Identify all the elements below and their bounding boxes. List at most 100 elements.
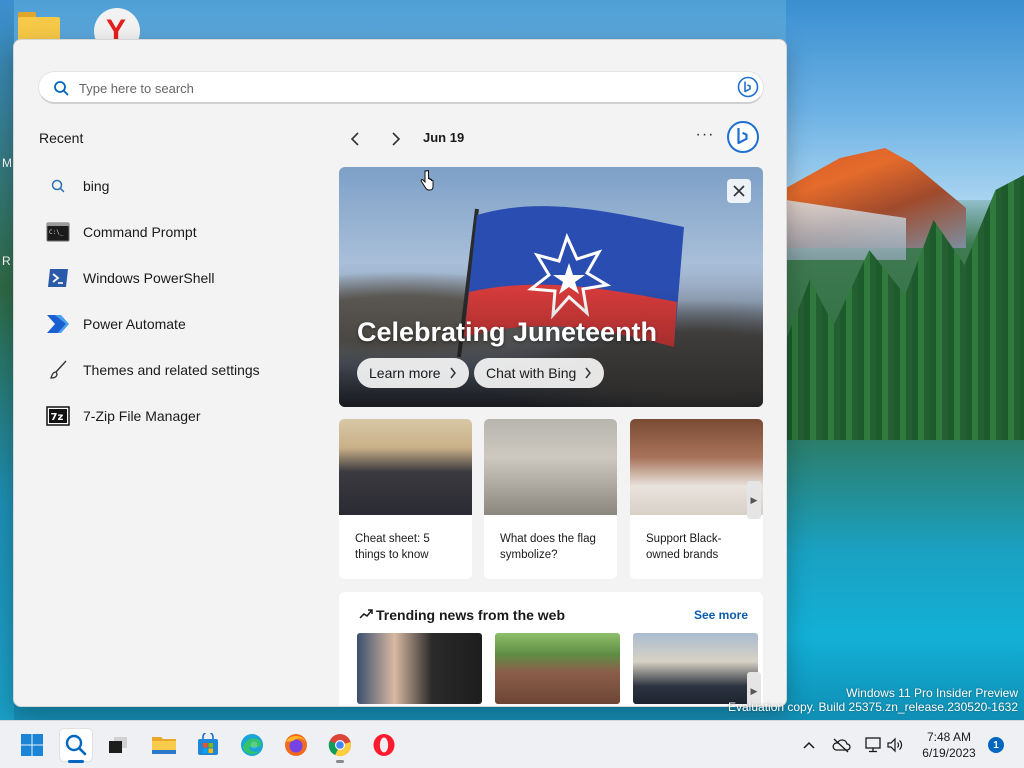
microsoft-store-button[interactable]	[192, 729, 224, 761]
recent-item-themes-settings[interactable]: Themes and related settings	[46, 347, 326, 393]
powershell-icon	[46, 266, 70, 290]
notification-badge[interactable]: 1	[988, 737, 1004, 753]
chrome-button[interactable]	[324, 729, 356, 763]
card-image-signing	[339, 419, 472, 515]
trending-section: Trending news from the web See more ▶	[339, 592, 763, 706]
clock-button[interactable]: 7:48 AM 6/19/2023	[913, 729, 985, 761]
recent-item-label: bing	[83, 178, 110, 194]
firefox-icon	[285, 734, 307, 756]
search-icon	[65, 734, 87, 756]
wallpaper-lake	[786, 440, 1024, 720]
learn-more-button[interactable]: Learn more	[357, 358, 469, 388]
recent-item-command-prompt[interactable]: C:\_ Command Prompt	[46, 209, 326, 255]
power-automate-icon	[46, 312, 70, 336]
folder-desktop-icon[interactable]	[18, 12, 62, 43]
highlight-cards: Cheat sheet: 5 things to know What does …	[339, 419, 763, 579]
next-day-button[interactable]	[386, 129, 406, 149]
command-prompt-icon: C:\_	[46, 220, 70, 244]
card-text: Cheat sheet: 5 things to know	[355, 533, 430, 561]
desktop-edge-label: R	[2, 254, 11, 268]
chat-with-bing-label: Chat with Bing	[486, 365, 577, 381]
recent-item-label: 7-Zip File Manager	[83, 408, 201, 424]
card-support-brands[interactable]: Support Black-owned brands	[630, 419, 763, 579]
chrome-icon	[328, 734, 351, 757]
hero-card-juneteenth[interactable]: Celebrating Juneteenth Learn more Chat w…	[339, 167, 763, 407]
volume-button[interactable]	[884, 729, 906, 761]
firefox-button[interactable]	[280, 729, 312, 761]
task-view-button[interactable]	[102, 729, 134, 761]
insider-watermark: Windows 11 Pro Insider Preview Evaluatio…	[728, 686, 1018, 714]
clock-time: 7:48 AM	[926, 730, 972, 744]
wallpaper-left-strip	[0, 0, 14, 720]
card-image-flag	[484, 419, 617, 515]
desktop-edge-label: M	[2, 156, 12, 170]
trending-arrow-icon	[359, 609, 373, 619]
taskbar: 7:48 AM 6/19/2023 1	[0, 720, 1024, 768]
trending-title: Trending news from the web	[376, 607, 566, 623]
recent-item-label: Themes and related settings	[83, 362, 260, 378]
search-panel: Recent bing C:\_ Command Prompt Windows …	[13, 39, 787, 707]
search-icon	[54, 81, 69, 96]
taskbar-search-button[interactable]	[60, 729, 92, 763]
search-icon	[46, 174, 70, 198]
search-box[interactable]	[38, 71, 764, 104]
recent-item-bing[interactable]: bing	[46, 163, 326, 209]
file-explorer-icon	[152, 737, 176, 754]
recent-item-label: Command Prompt	[83, 224, 197, 240]
task-view-icon	[109, 737, 127, 753]
bing-chat-icon[interactable]	[737, 76, 759, 98]
chevron-right-icon	[450, 367, 456, 379]
caret-right-icon: ▶	[750, 494, 758, 505]
more-options-button[interactable]: ···	[694, 126, 716, 148]
recent-item-label: Windows PowerShell	[83, 270, 215, 286]
windows-start-icon	[21, 734, 43, 756]
recent-item-label: Power Automate	[83, 316, 186, 332]
onedrive-offline-icon	[832, 738, 851, 753]
previous-day-button[interactable]	[345, 129, 365, 149]
card-text: Support Black-owned brands	[646, 533, 722, 561]
7zip-icon: 7z	[46, 404, 70, 428]
onedrive-button[interactable]	[828, 729, 854, 761]
edge-button[interactable]	[236, 729, 268, 761]
opera-button[interactable]	[368, 729, 400, 761]
card-image-shop	[630, 419, 763, 515]
trending-thumb-1[interactable]	[357, 633, 482, 704]
hero-title: Celebrating Juneteenth	[357, 317, 658, 347]
trending-thumb-2[interactable]	[495, 633, 620, 704]
bing-logo-icon[interactable]	[726, 120, 760, 154]
chat-with-bing-button[interactable]: Chat with Bing	[474, 358, 605, 388]
chevron-up-icon	[803, 741, 815, 749]
svg-text:C:\_: C:\_	[49, 229, 64, 236]
search-input[interactable]	[79, 76, 719, 100]
close-icon	[733, 185, 745, 197]
chevron-right-icon	[585, 367, 592, 379]
network-button[interactable]	[860, 729, 886, 761]
recent-heading: Recent	[39, 130, 84, 146]
close-hero-button[interactable]	[727, 179, 751, 203]
svg-text:7z: 7z	[51, 412, 64, 423]
card-cheat-sheet[interactable]: Cheat sheet: 5 things to know	[339, 419, 472, 579]
edge-icon	[241, 734, 263, 756]
watermark-line2: Evaluation copy. Build 25375.zn_release.…	[728, 700, 1018, 714]
highlights-date: Jun 19	[423, 130, 465, 145]
file-explorer-button[interactable]	[148, 729, 180, 761]
show-hidden-icons-button[interactable]	[798, 729, 820, 761]
microsoft-store-icon	[198, 733, 218, 755]
chevron-left-icon	[350, 132, 359, 146]
recent-item-windows-powershell[interactable]: Windows PowerShell	[46, 255, 326, 301]
opera-icon	[373, 734, 395, 756]
see-more-link[interactable]: See more	[694, 608, 748, 622]
network-icon	[865, 737, 881, 753]
start-button[interactable]	[16, 729, 48, 761]
card-flag-symbolize[interactable]: What does the flag symbolize?	[484, 419, 617, 579]
watermark-line1: Windows 11 Pro Insider Preview	[846, 686, 1018, 700]
cards-scroll-right-button[interactable]: ▶	[747, 481, 761, 519]
mouse-cursor-icon	[420, 170, 434, 191]
chevron-right-icon	[392, 132, 401, 146]
active-indicator	[68, 760, 84, 763]
recent-item-7zip[interactable]: 7z 7-Zip File Manager	[46, 393, 326, 439]
learn-more-label: Learn more	[369, 365, 441, 381]
running-indicator	[336, 760, 344, 763]
volume-icon	[887, 737, 903, 753]
recent-item-power-automate[interactable]: Power Automate	[46, 301, 326, 347]
